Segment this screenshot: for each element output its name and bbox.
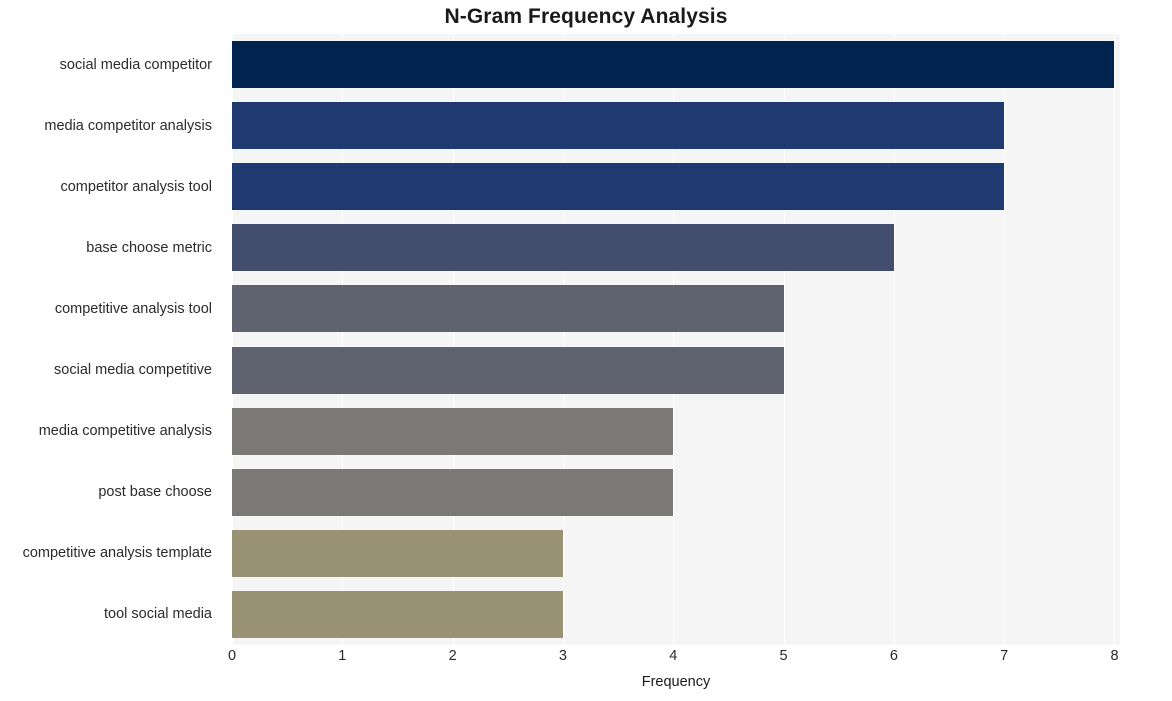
- x-axis-tick-labels: 0 1 2 3 4 5 6 7 8: [0, 648, 1172, 670]
- y-axis-tick-label: media competitive analysis: [38, 423, 212, 440]
- y-axis-tick-label: post base choose: [98, 484, 212, 501]
- x-axis-tick-label: 2: [448, 648, 457, 664]
- bar: [232, 468, 674, 516]
- chart-title: N-Gram Frequency Analysis: [444, 5, 728, 28]
- bars-group: [232, 34, 1120, 645]
- bar: [232, 163, 1005, 211]
- bar: [232, 224, 894, 272]
- x-axis-title: Frequency: [641, 674, 711, 690]
- y-axis-tick-label: competitive analysis tool: [54, 300, 212, 317]
- bar: [232, 346, 784, 394]
- bar: [232, 285, 784, 333]
- x-axis-tick-label: 7: [1000, 648, 1009, 664]
- bar: [232, 407, 674, 455]
- bar: [232, 529, 563, 577]
- y-axis-tick-label: tool social media: [104, 606, 212, 623]
- y-axis-tick-label: media competitor analysis: [44, 117, 212, 134]
- bar: [232, 102, 1005, 150]
- y-axis-tick-label: social media competitive: [54, 362, 212, 379]
- y-axis-tick-label: base choose metric: [86, 239, 212, 256]
- plot-area: [232, 34, 1120, 645]
- x-axis-tick-label: 0: [227, 648, 237, 664]
- y-axis-tick-label: competitive analysis template: [22, 545, 212, 562]
- y-axis-tick-label: social media competitor: [59, 56, 212, 73]
- x-axis-tick-label: 6: [889, 648, 898, 664]
- y-axis-tick-labels: social media competitor media competitor …: [0, 34, 222, 645]
- x-axis-tick-label: 4: [669, 648, 678, 664]
- x-axis-tick-label: 1: [338, 648, 347, 664]
- bar: [232, 41, 1115, 89]
- x-axis-tick-label: 8: [1110, 648, 1119, 664]
- bar: [232, 590, 563, 638]
- x-axis-tick-label: 3: [558, 648, 567, 664]
- x-axis-tick-label: 5: [779, 648, 788, 664]
- y-axis-tick-label: competitor analysis tool: [60, 178, 212, 195]
- chart-figure: N-Gram Frequency Analysis social media c…: [0, 0, 1172, 701]
